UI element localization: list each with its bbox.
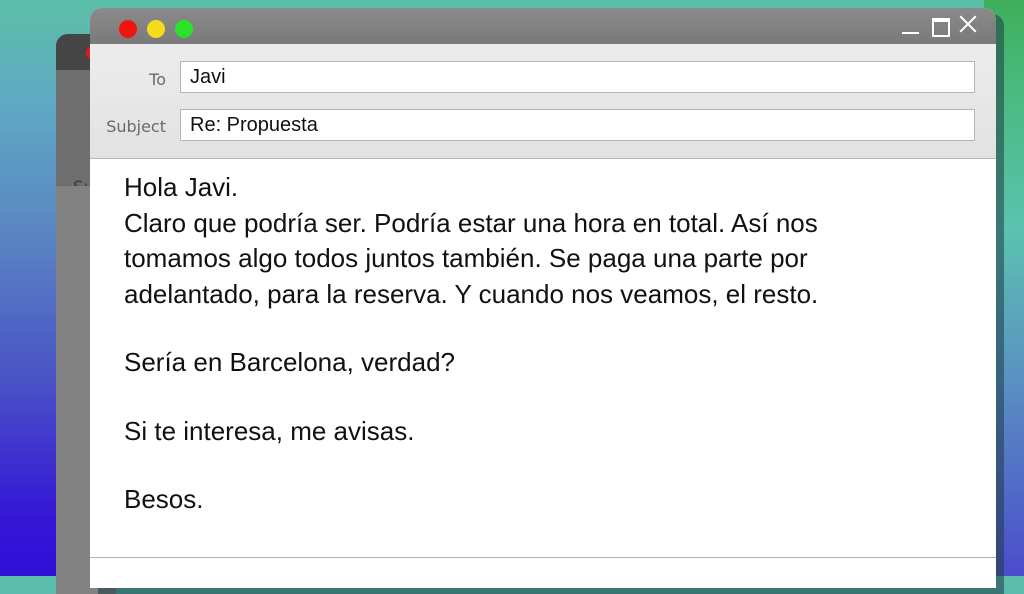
minimize-dot[interactable] [147, 20, 165, 38]
body-line: tomamos algo todos juntos también. Se pa… [124, 243, 808, 273]
body-line: adelantado, para la reserva. Y cuando no… [124, 278, 819, 309]
body-divider [90, 557, 996, 558]
body-request: Si te interesa, me avisas. [124, 415, 415, 446]
body-signoff: Besos. [124, 484, 204, 514]
compose-header: To Javi Subject Re: Propuesta [90, 44, 996, 159]
close-icon[interactable] [958, 14, 978, 34]
close-dot[interactable] [119, 20, 137, 38]
to-label: To [149, 70, 166, 89]
subject-field[interactable]: Re: Propuesta [180, 109, 975, 141]
body-line: Claro que podría ser. Podría estar una h… [124, 207, 818, 238]
message-body[interactable]: Hola Javi. Claro que podría ser. Podría … [124, 170, 956, 518]
body-question: Sería en Barcelona, verdad? [124, 347, 455, 377]
to-field[interactable]: Javi [180, 61, 975, 93]
window-titlebar[interactable] [90, 8, 996, 44]
body-greeting: Hola Javi. [124, 172, 239, 202]
subject-label: Subject [106, 117, 166, 136]
compose-window: To Javi Subject Re: Propuesta Hola Javi.… [90, 8, 996, 588]
zoom-dot[interactable] [175, 20, 193, 38]
minimize-icon[interactable] [902, 32, 919, 34]
maximize-icon[interactable] [932, 18, 950, 37]
